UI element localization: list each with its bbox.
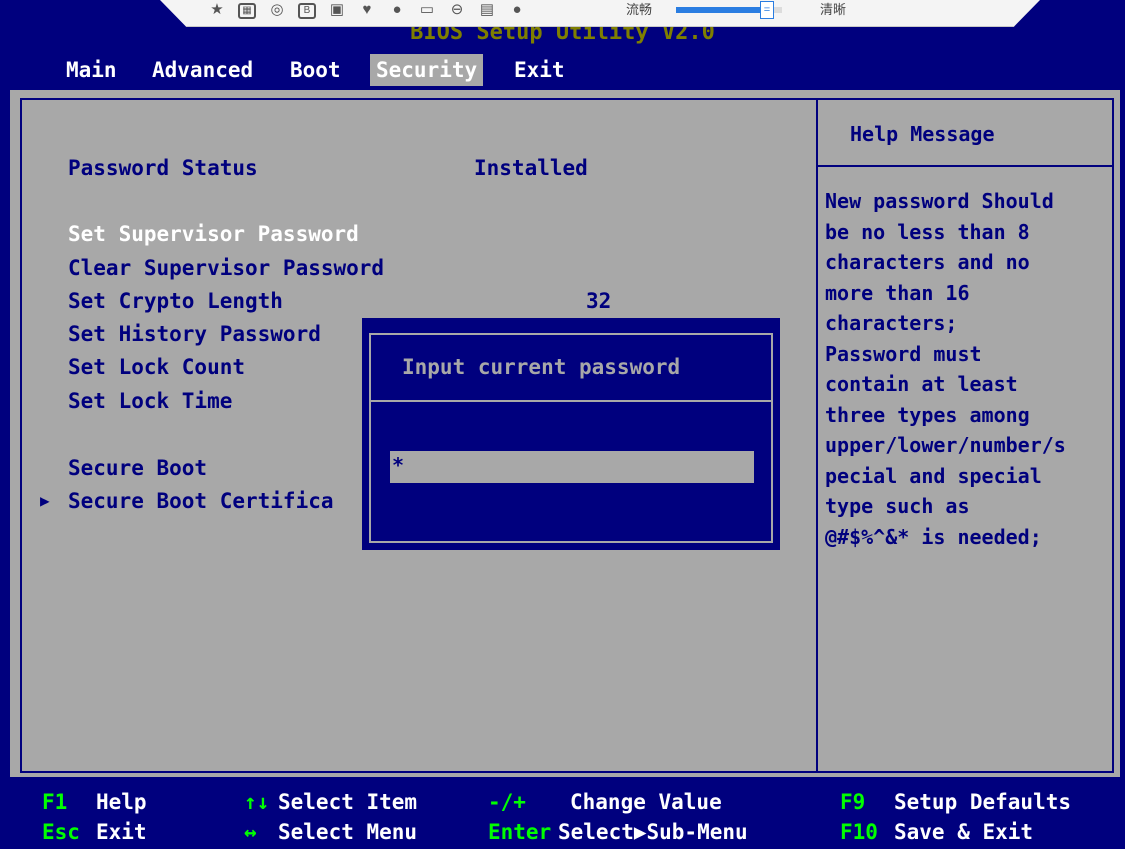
- password-dialog: Input current password *: [362, 318, 780, 550]
- select-submenu-label: Select▶Sub-Menu: [558, 820, 748, 844]
- save-exit-label: Save & Exit: [894, 820, 1034, 844]
- tab-security[interactable]: Security: [370, 54, 484, 86]
- secure-boot-certificate-item[interactable]: Secure Boot Certifica: [68, 487, 334, 515]
- bold-b-icon[interactable]: B: [298, 3, 316, 19]
- enter-key-label: Enter: [488, 820, 552, 844]
- clear-supervisor-password-item[interactable]: Clear Supervisor Password: [68, 254, 384, 282]
- updown-arrows-icon: ↑↓: [244, 790, 270, 814]
- heart-icon[interactable]: ♥: [358, 2, 376, 18]
- pin-icon[interactable]: ★: [208, 2, 226, 18]
- set-history-password-item[interactable]: Set History Password: [68, 320, 321, 348]
- setup-defaults-label: Setup Defaults: [894, 790, 1072, 814]
- panel-divider: [816, 98, 818, 773]
- help-title: Help Message: [850, 122, 995, 146]
- quality-slider-fill: [676, 7, 761, 13]
- crypto-length-value: 32: [586, 289, 612, 313]
- image-icon[interactable]: ▣: [328, 2, 346, 18]
- change-value-label: Change Value: [570, 790, 722, 814]
- leftright-arrows-icon: ↔: [244, 820, 257, 844]
- select-menu-label: Select Menu: [278, 820, 418, 844]
- password-status-label: Password Status: [68, 156, 258, 180]
- set-crypto-length-item[interactable]: Set Crypto Length: [68, 287, 283, 315]
- plusminus-key-label: -/+: [488, 790, 526, 814]
- fluency-label: 流畅: [626, 2, 653, 17]
- password-status-value: Installed: [474, 156, 588, 180]
- window-icon[interactable]: ▤: [478, 2, 496, 18]
- record-icon[interactable]: ◎: [268, 2, 286, 18]
- submenu-arrow-icon: ▶: [40, 491, 50, 510]
- shield-icon[interactable]: ●: [388, 2, 406, 18]
- set-lock-time-item[interactable]: Set Lock Time: [68, 387, 232, 415]
- f10-key-label: F10: [840, 820, 878, 844]
- esc-exit-label: Exit: [96, 820, 147, 844]
- f1-help-label: Help: [96, 790, 147, 814]
- select-item-label: Select Item: [278, 790, 418, 814]
- password-input[interactable]: *: [390, 451, 754, 483]
- help-separator: [818, 165, 1114, 167]
- folder-icon[interactable]: ▭: [418, 2, 436, 18]
- clarity-label: 清晰: [820, 2, 847, 17]
- help-icon[interactable]: ●: [508, 2, 526, 18]
- tab-main[interactable]: Main: [60, 54, 123, 86]
- tab-exit[interactable]: Exit: [508, 54, 571, 86]
- screenshot-icon[interactable]: ▦: [238, 3, 256, 19]
- f9-key-label: F9: [840, 790, 866, 814]
- f1-key-label: F1: [42, 790, 68, 814]
- remote-console-toolbar: ★ ▦ ◎ B ▣ ♥ ● ▭ ⊖ ▤ ● 流畅 = 清晰: [160, 0, 1040, 27]
- dialog-title: Input current password: [402, 355, 681, 379]
- help-text: New password Should be no less than 8 ch…: [825, 189, 1066, 549]
- set-lock-count-item[interactable]: Set Lock Count: [68, 353, 245, 381]
- esc-key-label: Esc: [42, 820, 80, 844]
- dialog-separator: [369, 400, 773, 402]
- quality-slider-thumb[interactable]: =: [760, 1, 774, 19]
- keyboard-icon[interactable]: ⊖: [448, 2, 466, 18]
- set-supervisor-password-item[interactable]: Set Supervisor Password: [68, 220, 359, 248]
- tab-boot[interactable]: Boot: [284, 54, 347, 86]
- secure-boot-item[interactable]: Secure Boot: [68, 454, 207, 482]
- tab-advanced[interactable]: Advanced: [146, 54, 259, 86]
